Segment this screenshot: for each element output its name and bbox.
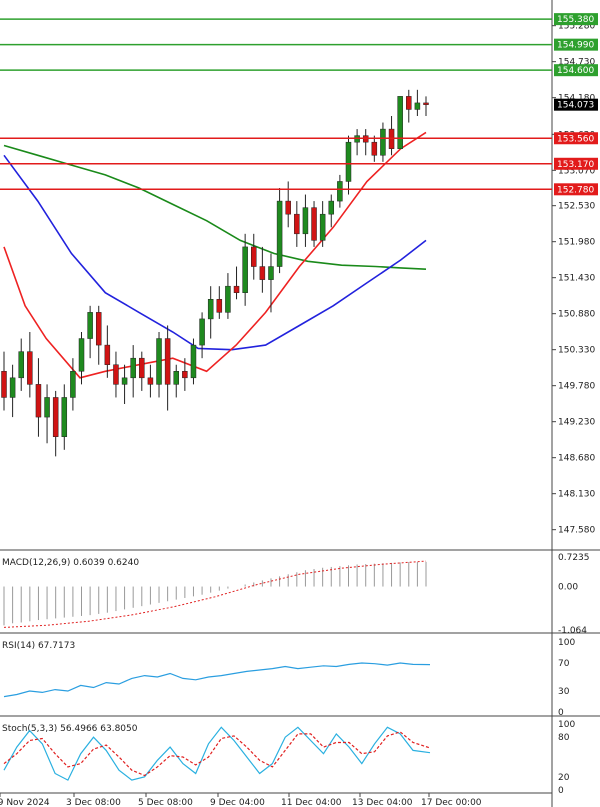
- candle-body: [414, 102, 421, 110]
- candle-body: [173, 371, 179, 385]
- candle-body: [9, 377, 16, 398]
- y-tick-label: 20: [558, 773, 570, 783]
- resistance-level-value: 154.600: [557, 66, 594, 76]
- candle-body: [233, 285, 240, 293]
- candle-body: [276, 200, 283, 267]
- candle-body: [216, 299, 223, 313]
- y-tick-label: -1.064: [558, 626, 587, 636]
- candle-body: [104, 344, 111, 365]
- candle-body: [164, 338, 171, 385]
- y-tick-label: 150.330: [558, 346, 595, 356]
- candle-body: [337, 181, 343, 202]
- candle-body: [406, 96, 412, 110]
- candle-body: [268, 266, 274, 280]
- macd-label: MACD(12,26,9) 0.6039 0.6240: [2, 558, 139, 568]
- rsi-label: RSI(14) 67.7173: [2, 641, 75, 651]
- support-level-label: 153.560: [554, 132, 598, 145]
- y-tick-label: 150.880: [558, 310, 595, 320]
- candle-body: [423, 102, 429, 105]
- y-tick-label: 0.00: [558, 583, 578, 593]
- resistance-level-value: 155.380: [557, 15, 594, 25]
- x-tick-label: 9 Dec 04:00: [210, 798, 265, 807]
- y-tick-label: 0: [558, 708, 564, 718]
- candle-body: [95, 312, 102, 346]
- x-tick-label: 3 Dec 08:00: [66, 798, 121, 807]
- support-level-label: 153.170: [554, 157, 598, 170]
- y-tick-label: 70: [558, 659, 570, 669]
- y-tick-label: 151.430: [558, 274, 595, 284]
- candle-body: [345, 141, 352, 182]
- x-tick-label: 13 Dec 04:00: [352, 798, 413, 807]
- candle-body: [61, 397, 68, 437]
- x-tick-label: 5 Dec 08:00: [138, 798, 193, 807]
- candle-body: [121, 377, 128, 385]
- candle-body: [70, 371, 76, 398]
- candle-body: [311, 207, 317, 241]
- candle-body: [302, 207, 309, 235]
- y-tick-label: 148.680: [558, 454, 595, 464]
- candle-body: [225, 285, 231, 313]
- candle-body: [259, 266, 266, 280]
- candle-body: [251, 246, 257, 267]
- candle-body: [78, 338, 85, 372]
- candle-body: [35, 384, 42, 418]
- candle-body: [44, 397, 50, 418]
- candle-body: [319, 213, 326, 241]
- y-tick-label: 147.580: [558, 526, 595, 536]
- candle-body: [328, 200, 335, 215]
- candle-body: [182, 371, 188, 379]
- candle-body: [199, 318, 205, 346]
- y-tick-label: 149.780: [558, 382, 595, 392]
- trading-chart: 155.280154.730154.180153.620153.070152.5…: [0, 0, 600, 807]
- y-tick-label: 100: [558, 638, 575, 648]
- resistance-level-label: 154.990: [554, 38, 598, 51]
- candle-body: [371, 141, 378, 156]
- y-tick-label: 148.130: [558, 490, 595, 500]
- support-level-value: 152.780: [557, 185, 594, 195]
- candle-body: [18, 351, 24, 379]
- candle-body: [130, 357, 136, 379]
- y-tick-label: 100: [558, 720, 575, 730]
- candle-body: [190, 344, 197, 379]
- candle-body: [27, 351, 33, 385]
- stoch-label: Stoch(5,3,3) 56.4966 63.8050: [2, 724, 138, 734]
- candle-body: [242, 246, 248, 293]
- x-tick-label: 29 Nov 2024: [0, 798, 50, 807]
- candle-body: [139, 357, 145, 379]
- y-tick-label: 0: [558, 786, 564, 796]
- y-tick-label: 149.230: [558, 418, 595, 428]
- candle-body: [87, 312, 93, 339]
- y-tick-label: 80: [558, 733, 570, 743]
- candle-body: [1, 371, 7, 398]
- resistance-level-value: 154.990: [557, 41, 594, 51]
- candle-body: [147, 377, 154, 385]
- current-price-label: 154.073: [554, 98, 598, 111]
- candle-body: [156, 338, 162, 385]
- candle-body: [207, 299, 214, 320]
- resistance-level-label: 154.600: [554, 64, 598, 77]
- y-tick-label: 0.7235: [558, 553, 590, 563]
- candle-body: [380, 128, 386, 156]
- y-tick-label: 30: [558, 687, 570, 697]
- support-level-value: 153.170: [557, 160, 594, 170]
- candle-body: [294, 213, 300, 235]
- candle-body: [397, 96, 403, 149]
- y-tick-label: 152.530: [558, 202, 595, 212]
- current-price-value: 154.073: [557, 101, 594, 111]
- candle-body: [52, 397, 59, 437]
- support-level-value: 153.560: [557, 134, 594, 144]
- resistance-level-label: 155.380: [554, 13, 598, 26]
- x-tick-label: 17 Dec 00:00: [421, 798, 482, 807]
- y-tick-label: 151.980: [558, 238, 595, 248]
- support-level-label: 152.780: [554, 183, 598, 196]
- candle-body: [113, 364, 119, 385]
- candle-body: [285, 200, 291, 215]
- x-tick-label: 11 Dec 04:00: [281, 798, 342, 807]
